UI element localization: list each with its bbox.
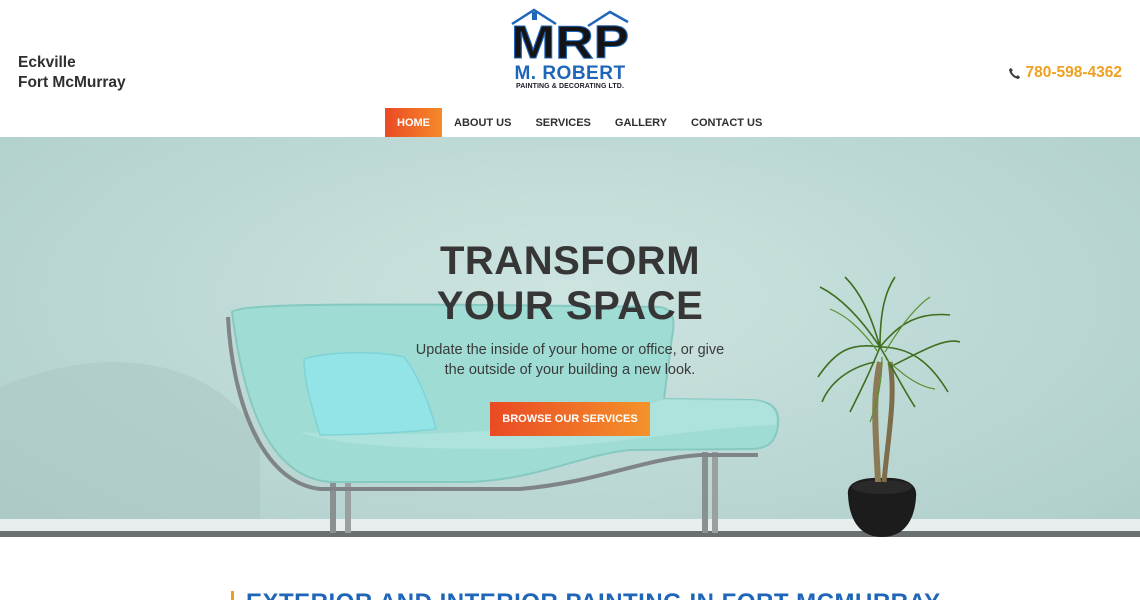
nav-about-us[interactable]: ABOUT US — [442, 108, 523, 137]
hero-subtitle-line-1: Update the inside of your home or office… — [415, 342, 725, 358]
svg-text:MRP: MRP — [511, 16, 629, 66]
phone-icon — [1009, 67, 1021, 79]
hero-banner: TRANSFORM YOUR SPACE Update the inside o… — [0, 137, 1140, 537]
nav-home[interactable]: HOME — [385, 108, 442, 137]
nav-gallery[interactable]: GALLERY — [603, 108, 679, 137]
nav-services[interactable]: SERVICES — [523, 108, 602, 137]
site-header: Eckville Fort McMurray MRP M. ROBERT PAI… — [0, 0, 1140, 137]
nav-contact-us[interactable]: CONTACT US — [679, 108, 774, 137]
location-eckville: Eckville — [18, 54, 76, 71]
heading-accent-bar — [231, 591, 234, 600]
hero-subtitle: Update the inside of your home or office… — [0, 340, 1140, 380]
hero-background-image — [0, 276, 1140, 537]
site-logo[interactable]: MRP M. ROBERT PAINTING & DECORATING LTD. — [508, 8, 632, 94]
floor-strip — [0, 519, 1140, 533]
location-fort-mcmurray: Fort McMurray — [18, 74, 126, 91]
hero-title-line-2: YOUR SPACE — [436, 284, 704, 328]
intro-section: EXTERIOR AND INTERIOR PAINTING IN FORT M… — [0, 537, 1140, 600]
browse-services-button[interactable]: BROWSE OUR SERVICES — [490, 402, 650, 436]
main-navigation: HOME ABOUT US SERVICES GALLERY CONTACT U… — [385, 108, 774, 137]
mrp-monogram-logo: MRP — [511, 8, 630, 66]
hero-subtitle-line-2: the outside of your building a new look. — [444, 362, 696, 378]
phone-number: 780-598-4362 — [1025, 64, 1122, 81]
logo-company-name: M. ROBERT — [514, 63, 626, 84]
phone-link[interactable]: 780-598-4362 — [1008, 64, 1122, 82]
section-heading: EXTERIOR AND INTERIOR PAINTING IN FORT M… — [246, 589, 941, 600]
service-locations: Eckville Fort McMurray — [18, 53, 126, 93]
wall-shadow — [0, 362, 260, 519]
logo-tagline: PAINTING & DECORATING LTD. — [516, 83, 624, 90]
hero-title: TRANSFORM YOUR SPACE — [0, 239, 1140, 329]
hero-title-line-1: TRANSFORM — [439, 239, 701, 283]
